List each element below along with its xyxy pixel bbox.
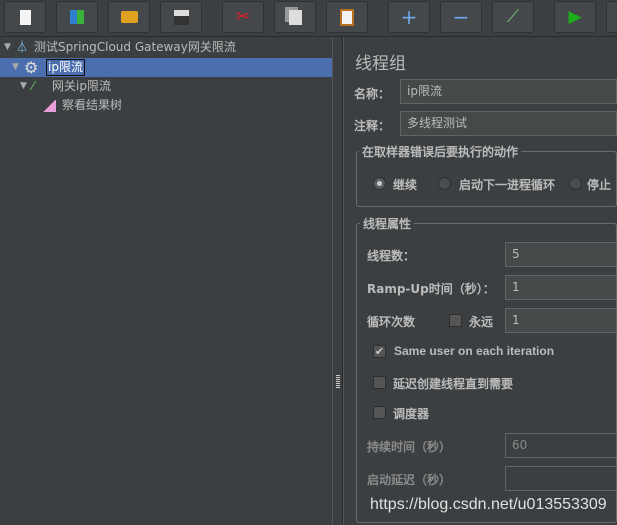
scheduler-checkbox[interactable]	[373, 406, 386, 419]
radio-continue-label: 继续	[393, 178, 418, 192]
open-button[interactable]	[108, 1, 150, 33]
comment-label: 注释：	[354, 119, 391, 133]
expand-triangle-icon[interactable]: ▼	[20, 77, 32, 96]
forever-label: 永远	[469, 315, 494, 329]
thread-group-gear-icon: ⚙	[24, 58, 39, 77]
tree-node-thread-group[interactable]: ▼ ⚙ ip限流	[12, 58, 85, 77]
collapse-button[interactable]: −	[440, 1, 482, 33]
minus-icon: −	[452, 5, 470, 29]
test-plan-flask-icon: ⏃	[16, 40, 29, 54]
loop-label: 循环次数	[367, 315, 416, 329]
rampup-label: Ramp-Up时间（秒）：	[367, 282, 495, 296]
same-user-checkbox[interactable]: ✔	[373, 345, 386, 358]
cut-button[interactable]: ✂	[222, 1, 264, 33]
threads-input[interactable]: 5	[505, 242, 617, 267]
duration-label: 持续时间（秒）	[367, 440, 452, 454]
tree-node-test-plan[interactable]: ▼ ⏃ 测试SpringCloud Gateway网关限流	[4, 38, 236, 57]
new-file-icon	[19, 9, 31, 25]
drag-grip-icon[interactable]	[336, 375, 340, 389]
radio-stop[interactable]	[569, 177, 582, 190]
rampup-input[interactable]: 1	[505, 275, 617, 300]
radio-continue[interactable]	[373, 177, 386, 190]
radio-next-loop-label: 启动下一进程循环	[459, 178, 556, 192]
same-user-label: Same user on each iteration	[394, 344, 555, 358]
tree-node-http-sampler[interactable]: ▼ ⁄ 网关ip限流	[20, 77, 111, 96]
delay-thread-creation-label: 延迟创建线程直到需要	[393, 377, 514, 391]
comment-input[interactable]: 多线程测试	[400, 111, 617, 136]
next-button[interactable]	[606, 1, 617, 33]
tree-node-label: 网关ip限流	[52, 79, 111, 93]
templates-icon	[70, 10, 84, 24]
startup-delay-input[interactable]	[505, 466, 617, 491]
threads-label: 线程数：	[367, 249, 416, 263]
name-label: 名称：	[354, 87, 391, 101]
expand-triangle-icon[interactable]: ▼	[4, 38, 16, 57]
paste-button[interactable]	[326, 1, 368, 33]
page-title: 线程组	[355, 54, 406, 74]
thread-properties-title: 线程属性	[360, 215, 415, 232]
name-input[interactable]: ip限流	[400, 79, 617, 104]
save-button[interactable]	[160, 1, 202, 33]
scissors-icon: ✂	[235, 7, 251, 27]
watermark: https://blog.csdn.net/u013553309	[370, 496, 607, 513]
startup-delay-label: 启动延迟（秒）	[367, 473, 452, 487]
duration-input[interactable]: 60	[505, 433, 617, 458]
copy-button[interactable]	[274, 1, 316, 33]
radio-stop-label: 停止	[587, 178, 612, 192]
tree-node-label: ip限流	[46, 59, 85, 76]
delay-thread-creation-checkbox[interactable]	[373, 376, 386, 389]
plus-icon: +	[400, 5, 418, 29]
clipboard-icon	[340, 8, 354, 26]
tree-node-result-tree[interactable]: 察看结果树	[42, 96, 122, 115]
toggle-button[interactable]: ⟋	[492, 1, 534, 33]
result-tree-icon	[42, 99, 56, 112]
error-action-title: 在取样器错误后要执行的动作	[359, 143, 522, 160]
checkmark-icon: ✔	[374, 345, 385, 358]
expand-button[interactable]: +	[388, 1, 430, 33]
scheduler-label: 调度器	[393, 407, 430, 421]
http-sampler-pipette-icon: ⁄	[32, 79, 35, 93]
tree-node-label: 测试SpringCloud Gateway网关限流	[34, 40, 236, 54]
loop-count-input[interactable]: 1	[505, 308, 617, 333]
start-button[interactable]: ▶	[554, 1, 596, 33]
expand-triangle-icon[interactable]: ▼	[12, 58, 24, 77]
save-icon	[173, 9, 189, 25]
new-button[interactable]	[4, 1, 46, 33]
toolbar: ✂ + − ⟋ ▶	[0, 0, 617, 37]
copy-icon	[288, 9, 302, 25]
play-icon: ▶	[568, 7, 582, 27]
open-folder-icon	[120, 11, 138, 23]
toggle-icon: ⟋	[507, 7, 519, 27]
forever-checkbox[interactable]	[449, 314, 462, 327]
templates-button[interactable]	[56, 1, 98, 33]
radio-next-loop[interactable]	[438, 177, 451, 190]
split-pane-divider[interactable]	[333, 37, 343, 525]
tree-node-label: 察看结果树	[62, 98, 123, 112]
